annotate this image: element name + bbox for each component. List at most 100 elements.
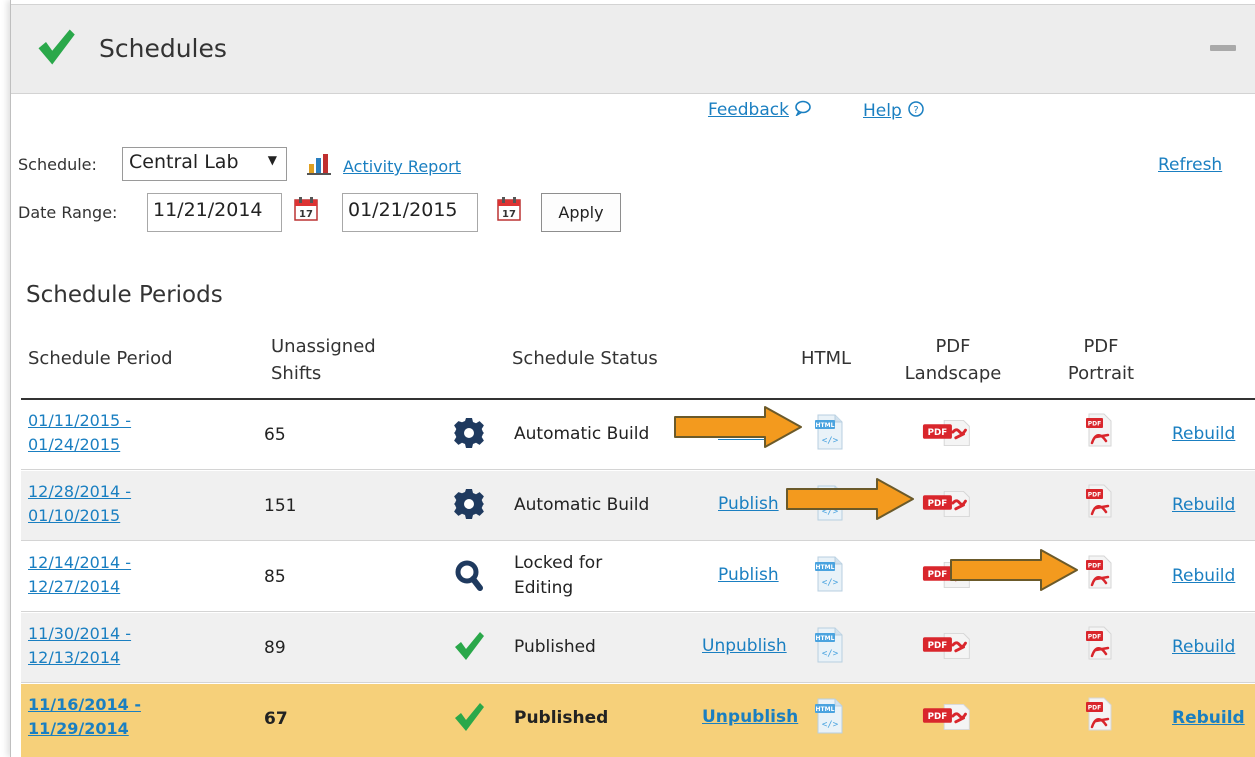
- schedules-panel: Schedules Feedback Help ? Schedule: Cent…: [10, 0, 1255, 757]
- unpublish-link[interactable]: Unpublish: [702, 636, 787, 656]
- schedule-status: Automatic Build: [514, 422, 649, 447]
- magnifier-icon: [453, 559, 485, 591]
- schedule-status: Locked for Editing: [514, 551, 602, 601]
- unpublish-link[interactable]: Unpublish: [702, 707, 798, 727]
- calendar-icon[interactable]: [497, 197, 521, 221]
- schedule-status: Published: [514, 706, 608, 731]
- period-link[interactable]: 12/28/2014 - 01/10/2015: [28, 480, 198, 528]
- schedule-select[interactable]: Central Lab ▼: [122, 147, 287, 181]
- schedule-status: Published: [514, 635, 596, 660]
- table-row: 01/11/2015 - 01/24/2015 65 Automatic Bui…: [21, 400, 1255, 470]
- pdf-portrait-icon[interactable]: [1084, 484, 1114, 520]
- html-file-icon[interactable]: [815, 556, 845, 592]
- schedule-label: Schedule:: [18, 155, 97, 174]
- html-file-icon[interactable]: [815, 627, 845, 663]
- annotation-arrow-icon: [673, 405, 803, 449]
- gear-icon: [453, 417, 485, 449]
- unassigned-shifts: 67: [264, 709, 288, 729]
- period-start[interactable]: 12/14/2014 -: [28, 551, 198, 575]
- period-end[interactable]: 01/10/2015: [28, 504, 198, 528]
- period-end[interactable]: 12/27/2014: [28, 575, 198, 599]
- publish-link[interactable]: Publish: [718, 565, 779, 585]
- period-link[interactable]: 11/30/2014 - 12/13/2014: [28, 622, 198, 670]
- panel-title: Schedules: [99, 34, 227, 63]
- period-start[interactable]: 01/11/2015 -: [28, 409, 198, 433]
- period-start[interactable]: 12/28/2014 -: [28, 480, 198, 504]
- pdf-landscape-icon[interactable]: [921, 629, 979, 663]
- period-end[interactable]: 12/13/2014: [28, 646, 198, 670]
- period-end[interactable]: 11/29/2014: [28, 717, 198, 741]
- column-header-pdf-landscape-line2: Landscape: [904, 363, 1002, 384]
- checkmark-icon: [453, 701, 485, 733]
- help-link-label[interactable]: Help: [863, 101, 902, 121]
- unassigned-shifts: 85: [264, 567, 286, 587]
- pdf-portrait-icon[interactable]: [1084, 413, 1114, 449]
- question-circle-icon: ?: [908, 101, 924, 117]
- schedule-status: Automatic Build: [514, 493, 649, 518]
- table-row: 11/30/2014 - 12/13/2014 89 Published Unp…: [21, 613, 1255, 683]
- bar-chart-icon[interactable]: [307, 152, 331, 176]
- annotation-arrow-icon: [949, 548, 1079, 592]
- checkmark-icon: [453, 630, 485, 662]
- column-header-unassigned-line1: Unassigned: [271, 336, 376, 357]
- period-link[interactable]: 11/16/2014 - 11/29/2014: [28, 693, 198, 741]
- column-header-unassigned-line2: Shifts: [271, 363, 322, 384]
- annotation-arrow-icon: [785, 477, 915, 521]
- publish-link[interactable]: Publish: [718, 494, 779, 514]
- calendar-icon[interactable]: [294, 197, 318, 221]
- pdf-portrait-icon[interactable]: [1084, 626, 1114, 662]
- schedule-status-text: Automatic Build: [514, 424, 650, 444]
- column-header-pdf-landscape: PDF Landscape: [898, 333, 1008, 387]
- column-header-pdf-portrait-line1: PDF: [1083, 336, 1119, 357]
- end-date-input[interactable]: 01/21/2015: [342, 193, 478, 232]
- section-title: Schedule Periods: [26, 282, 223, 308]
- period-start[interactable]: 11/30/2014 -: [28, 622, 198, 646]
- activity-report-link[interactable]: Activity Report: [343, 157, 461, 176]
- date-range-label: Date Range:: [18, 203, 118, 222]
- feedback-link-label[interactable]: Feedback: [708, 100, 789, 120]
- rebuild-link[interactable]: Rebuild: [1172, 424, 1235, 444]
- pdf-landscape-icon[interactable]: [921, 700, 979, 734]
- pdf-portrait-icon[interactable]: [1084, 555, 1114, 591]
- html-file-icon[interactable]: [815, 414, 845, 450]
- unassigned-shifts: 151: [264, 496, 297, 516]
- html-file-icon[interactable]: [815, 698, 845, 734]
- speech-bubble-icon: [795, 100, 812, 118]
- schedule-status-text: Automatic Build: [514, 495, 650, 515]
- table-row: 12/28/2014 - 01/10/2015 151 Automatic Bu…: [21, 471, 1255, 541]
- unassigned-shifts: 65: [264, 425, 286, 445]
- period-link[interactable]: 01/11/2015 - 01/24/2015: [28, 409, 198, 457]
- rebuild-link[interactable]: Rebuild: [1172, 566, 1235, 586]
- pdf-landscape-icon[interactable]: [921, 487, 979, 521]
- minimize-button[interactable]: [1210, 45, 1236, 51]
- panel-header: Schedules: [11, 4, 1255, 94]
- apply-button[interactable]: Apply: [541, 193, 621, 232]
- pdf-landscape-icon[interactable]: [921, 416, 979, 450]
- rebuild-link[interactable]: Rebuild: [1172, 495, 1235, 515]
- column-header-pdf-landscape-line1: PDF: [935, 336, 971, 357]
- help-link[interactable]: Help ?: [863, 100, 925, 121]
- dropdown-caret-icon: ▼: [267, 153, 277, 167]
- refresh-link[interactable]: Refresh: [1158, 155, 1222, 175]
- period-link[interactable]: 12/14/2014 - 12/27/2014: [28, 551, 198, 599]
- pdf-portrait-icon[interactable]: [1084, 697, 1114, 733]
- column-header-html: HTML: [801, 348, 852, 369]
- check-icon: [35, 27, 77, 67]
- unassigned-shifts: 89: [264, 638, 286, 658]
- start-date-input[interactable]: 11/21/2014: [147, 193, 282, 232]
- period-end[interactable]: 01/24/2015: [28, 433, 198, 457]
- feedback-link[interactable]: Feedback: [708, 100, 812, 120]
- column-header-unassigned: Unassigned Shifts: [271, 333, 376, 387]
- schedule-status-line1: Locked for: [514, 553, 603, 573]
- rebuild-link[interactable]: Rebuild: [1172, 637, 1235, 657]
- rebuild-link[interactable]: Rebuild: [1172, 708, 1245, 728]
- column-header-pdf-portrait-line2: Portrait: [1067, 363, 1135, 384]
- schedule-status-line2: Editing: [514, 578, 574, 598]
- column-header-pdf-portrait: PDF Portrait: [1061, 333, 1141, 387]
- column-header-period: Schedule Period: [28, 348, 173, 369]
- table-row-highlighted: 11/16/2014 - 11/29/2014 67 Published Unp…: [21, 684, 1255, 757]
- column-header-status: Schedule Status: [512, 348, 658, 369]
- schedule-select-value: Central Lab: [129, 151, 239, 173]
- period-start[interactable]: 11/16/2014 -: [28, 693, 198, 717]
- schedule-status-text: Published: [514, 708, 609, 728]
